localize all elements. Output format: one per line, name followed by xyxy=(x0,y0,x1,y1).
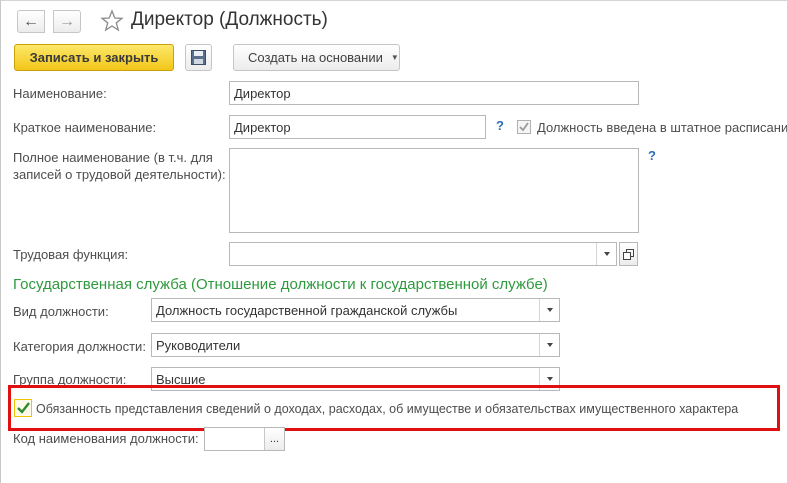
checkmark-icon xyxy=(16,402,30,414)
labor-function-field[interactable] xyxy=(229,242,617,266)
position-code-label: Код наименования должности: xyxy=(13,431,199,446)
forward-button[interactable]: → xyxy=(53,10,81,33)
short-name-label: Краткое наименование: xyxy=(13,120,157,135)
favorite-star-icon[interactable] xyxy=(100,9,124,33)
name-label: Наименование: xyxy=(13,86,107,101)
position-type-field[interactable]: Должность государственной гражданской сл… xyxy=(151,298,560,322)
category-label: Категория должности: xyxy=(13,339,146,354)
checkmark-icon xyxy=(519,122,529,132)
open-window-icon xyxy=(623,248,634,260)
category-dropdown-icon[interactable] xyxy=(539,334,559,356)
staffing-checkbox[interactable] xyxy=(517,120,531,134)
save-and-close-button[interactable]: Записать и закрыть xyxy=(14,44,174,71)
create-based-on-button[interactable]: Создать на основании ▼ xyxy=(233,44,400,71)
short-name-help-icon[interactable]: ? xyxy=(496,118,504,133)
labor-function-label: Трудовая функция: xyxy=(13,247,129,262)
full-name-label-line2: записей о трудовой деятельности): xyxy=(13,167,226,182)
income-duty-checkbox[interactable] xyxy=(14,399,32,417)
window-title: Директор (Должность) xyxy=(131,9,328,30)
labor-function-dropdown-icon[interactable] xyxy=(596,243,616,265)
civil-service-section-title: Государственная служба (Отношение должно… xyxy=(13,276,548,293)
position-code-field[interactable]: ... xyxy=(204,427,285,451)
income-duty-label: Обязанность представления сведений о дох… xyxy=(36,402,739,416)
category-field[interactable]: Руководители xyxy=(151,333,560,357)
create-based-on-label: Создать на основании xyxy=(248,50,383,65)
short-name-field[interactable]: Директор xyxy=(229,115,486,139)
save-button[interactable] xyxy=(185,44,212,71)
back-button[interactable]: ← xyxy=(17,10,45,33)
position-type-label: Вид должности: xyxy=(13,304,109,319)
name-field[interactable]: Директор xyxy=(229,81,639,105)
position-type-value: Должность государственной гражданской сл… xyxy=(156,302,458,318)
position-type-dropdown-icon[interactable] xyxy=(539,299,559,321)
select-button[interactable]: ... xyxy=(264,428,284,450)
chevron-down-icon: ▼ xyxy=(390,53,399,62)
floppy-disk-icon xyxy=(191,50,206,65)
full-name-help-icon[interactable]: ? xyxy=(648,148,656,163)
staffing-label: Должность введена в штатное расписани xyxy=(537,120,787,135)
arrow-left-icon: ← xyxy=(23,12,39,30)
arrow-right-icon: → xyxy=(59,12,75,30)
full-name-textarea[interactable] xyxy=(229,148,639,233)
open-labor-function-button[interactable] xyxy=(619,242,638,266)
full-name-label-line1: Полное наименование (в т.ч. для xyxy=(13,150,213,165)
form-window: ← → Директор (Должность) Записать и закр… xyxy=(0,0,787,483)
category-value: Руководители xyxy=(156,337,241,353)
